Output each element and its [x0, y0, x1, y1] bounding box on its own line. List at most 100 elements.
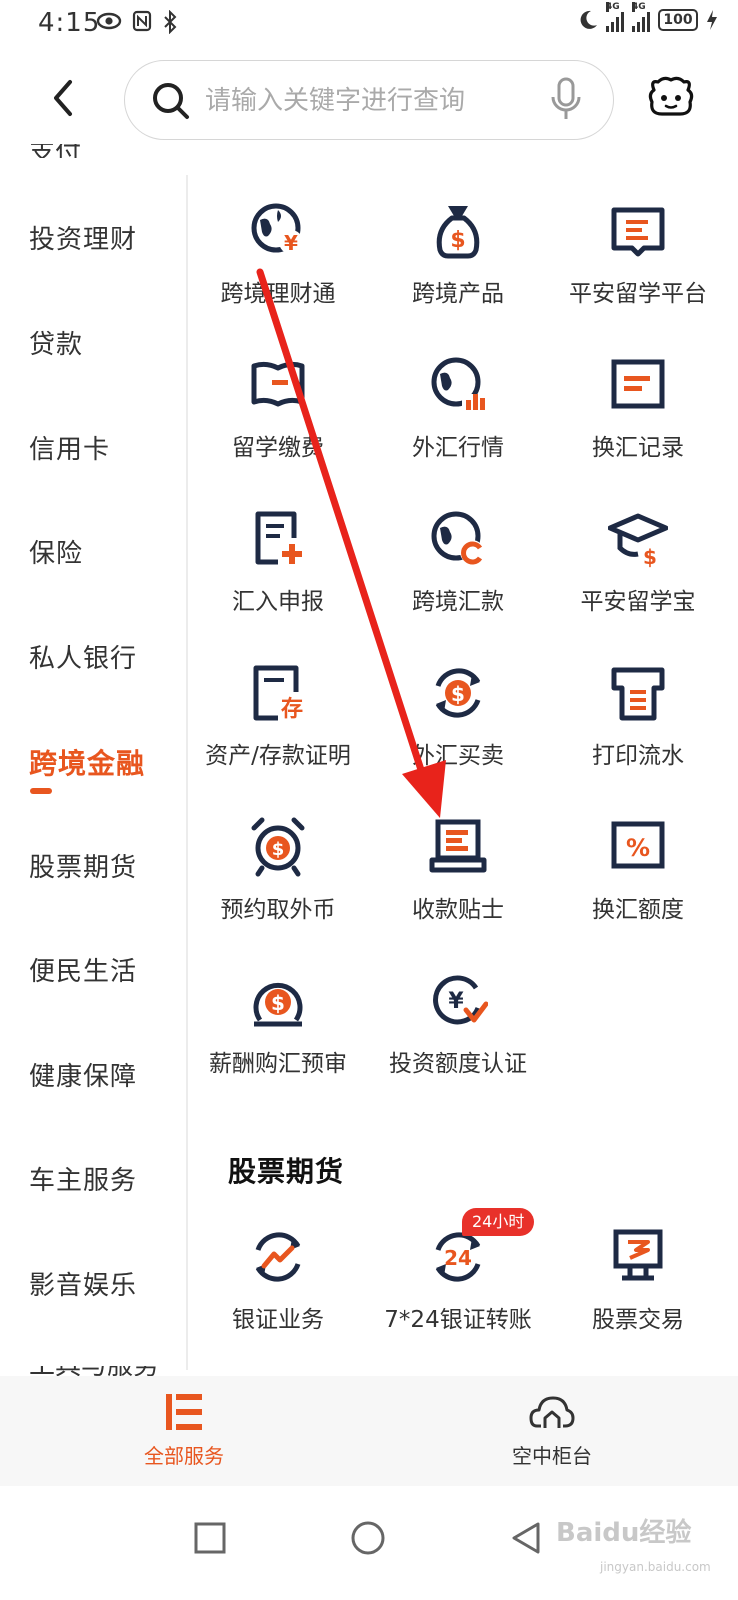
- service-label: 7*24银证转账: [384, 1307, 532, 1333]
- service-label: 汇入申报: [232, 589, 324, 615]
- nfc-icon: [132, 10, 152, 32]
- battery-icon: 100: [658, 9, 698, 31]
- tab-label: 空中柜台: [512, 1444, 592, 1468]
- section-title-stocks: 股票期货: [228, 1155, 345, 1188]
- svg-text:¥: ¥: [284, 231, 298, 255]
- eye-icon: [96, 12, 122, 30]
- alarm-clock-dollar-icon: $: [251, 817, 305, 877]
- sidebar-item-car[interactable]: 车主服务: [29, 1160, 137, 1197]
- service-cross-border-products[interactable]: $ 跨境产品: [368, 200, 548, 340]
- status-time: 4:15: [38, 8, 101, 38]
- search-input[interactable]: [205, 81, 525, 121]
- search-bar[interactable]: [124, 60, 614, 140]
- baidu-watermark-site: jingyan.baidu.com: [600, 1560, 711, 1574]
- recent-apps-icon[interactable]: [194, 1522, 226, 1554]
- service-label: 打印流水: [592, 743, 684, 769]
- sidebar-item-investment[interactable]: 投资理财: [29, 219, 137, 256]
- trend-cycle-icon: [255, 1232, 301, 1282]
- svg-text:%: %: [626, 834, 650, 862]
- service-print-statement[interactable]: 打印流水: [548, 662, 728, 802]
- service-label: 收款贴士: [412, 897, 504, 923]
- service-label: 留学缴费: [232, 435, 324, 461]
- printer-icon: [611, 667, 665, 721]
- 24h-badge: 24小时: [462, 1208, 535, 1236]
- service-tuition-payment[interactable]: 留学缴费: [188, 354, 368, 494]
- microphone-icon[interactable]: [549, 77, 583, 123]
- service-label: 换汇记录: [592, 435, 684, 461]
- money-bag-icon: $: [436, 206, 480, 259]
- service-bank-securities[interactable]: 银证业务: [188, 1226, 368, 1366]
- document-plus-icon: [255, 511, 302, 565]
- sidebar-item-partial-bottom: 工具与服务: [29, 1366, 159, 1376]
- service-label: 资产/存款证明: [205, 743, 351, 769]
- svg-text:存: 存: [281, 696, 303, 722]
- home-icon[interactable]: [350, 1520, 386, 1556]
- currency-exchange-icon: $: [435, 668, 481, 718]
- coin-dollar-icon: $: [253, 982, 303, 1027]
- service-deposit-certificate[interactable]: 存 资产/存款证明: [188, 662, 368, 802]
- service-label: 银证业务: [232, 1307, 324, 1333]
- service-cross-border-remittance[interactable]: 跨境汇款: [368, 508, 548, 648]
- service-label: 外汇买卖: [412, 743, 504, 769]
- service-inward-declaration[interactable]: 汇入申报: [188, 508, 368, 648]
- service-fx-trading[interactable]: $ 外汇买卖: [368, 662, 548, 802]
- back-icon[interactable]: [44, 74, 84, 122]
- service-label: 股票交易: [592, 1307, 684, 1333]
- svg-text:$: $: [271, 991, 285, 1015]
- yuan-check-icon: ¥: [433, 975, 488, 1025]
- svg-text:$: $: [450, 228, 465, 253]
- open-book-icon: [251, 361, 305, 407]
- signal-icon-2: 4G: [632, 2, 650, 32]
- service-label: 预约取外币: [220, 897, 336, 923]
- service-exchange-quota[interactable]: % 换汇额度: [548, 816, 728, 956]
- sidebar-item-credit-card[interactable]: 信用卡: [29, 429, 110, 466]
- book-icon: [611, 207, 665, 257]
- tab-sky-counter[interactable]: 空中柜台: [452, 1392, 652, 1482]
- status-bar: 4:15 4G 4G 100: [0, 0, 738, 52]
- sidebar-item-entertainment[interactable]: 影音娱乐: [29, 1265, 137, 1302]
- bluetooth-icon: [164, 10, 177, 34]
- svg-text:¥: ¥: [448, 989, 464, 1014]
- service-label: 平安留学宝: [580, 589, 696, 615]
- graduation-cap-icon: $: [608, 513, 668, 569]
- sidebar-item-loans[interactable]: 贷款: [29, 324, 83, 361]
- svg-text:$: $: [451, 682, 465, 706]
- service-24h-transfer[interactable]: 24 7*24银证转账: [368, 1226, 548, 1366]
- moon-icon: [580, 10, 597, 29]
- assistant-robot-icon[interactable]: [646, 74, 696, 120]
- sidebar-item-cross-border[interactable]: 跨境金融: [29, 742, 145, 782]
- globe-transfer-icon: [431, 511, 484, 565]
- service-label: 薪酬购汇预审: [209, 1051, 347, 1077]
- exchange-record-icon: [611, 359, 665, 409]
- globe-yuan-icon: ¥: [251, 203, 303, 255]
- sidebar-item-insurance[interactable]: 保险: [29, 533, 83, 570]
- service-reserve-foreign-cash[interactable]: $ 预约取外币: [188, 816, 368, 956]
- sidebar-item-health[interactable]: 健康保障: [29, 1056, 137, 1093]
- charging-icon: [707, 10, 717, 30]
- search-icon: [153, 83, 189, 119]
- service-fx-market[interactable]: 外汇行情: [368, 354, 548, 494]
- sidebar-item-partial-top: 支付: [29, 144, 81, 158]
- svg-text:24: 24: [444, 1246, 472, 1270]
- service-exchange-records[interactable]: 换汇记录: [548, 354, 728, 494]
- sidebar-item-stocks[interactable]: 股票期货: [29, 847, 137, 884]
- service-study-abroad-treasure[interactable]: $ 平安留学宝: [548, 508, 728, 648]
- service-label: 换汇额度: [592, 897, 684, 923]
- service-label: 跨境产品: [412, 281, 504, 307]
- service-cross-border-wealth[interactable]: ¥ 跨境理财通: [188, 200, 368, 340]
- baidu-watermark: Baidu经验: [556, 1518, 692, 1548]
- system-back-icon[interactable]: [510, 1522, 542, 1554]
- service-label: 跨境汇款: [412, 589, 504, 615]
- sidebar-item-life[interactable]: 便民生活: [29, 951, 137, 988]
- clipped-previous-row: 支付: [0, 144, 738, 158]
- service-investment-quota-certification[interactable]: ¥ 投资额度认证: [368, 970, 548, 1110]
- service-stock-trading[interactable]: 股票交易: [548, 1226, 728, 1366]
- sidebar-item-private-banking[interactable]: 私人银行: [29, 638, 137, 675]
- active-indicator: [30, 788, 52, 794]
- service-label: 跨境理财通: [220, 281, 336, 307]
- tab-all-services[interactable]: 全部服务: [84, 1392, 284, 1482]
- service-study-abroad-platform[interactable]: 平安留学平台: [548, 200, 728, 340]
- cloud-home-icon: [529, 1396, 575, 1428]
- service-receipt-tips[interactable]: 收款贴士: [368, 816, 548, 956]
- service-salary-fx-review[interactable]: $ 薪酬购汇预审: [188, 970, 368, 1110]
